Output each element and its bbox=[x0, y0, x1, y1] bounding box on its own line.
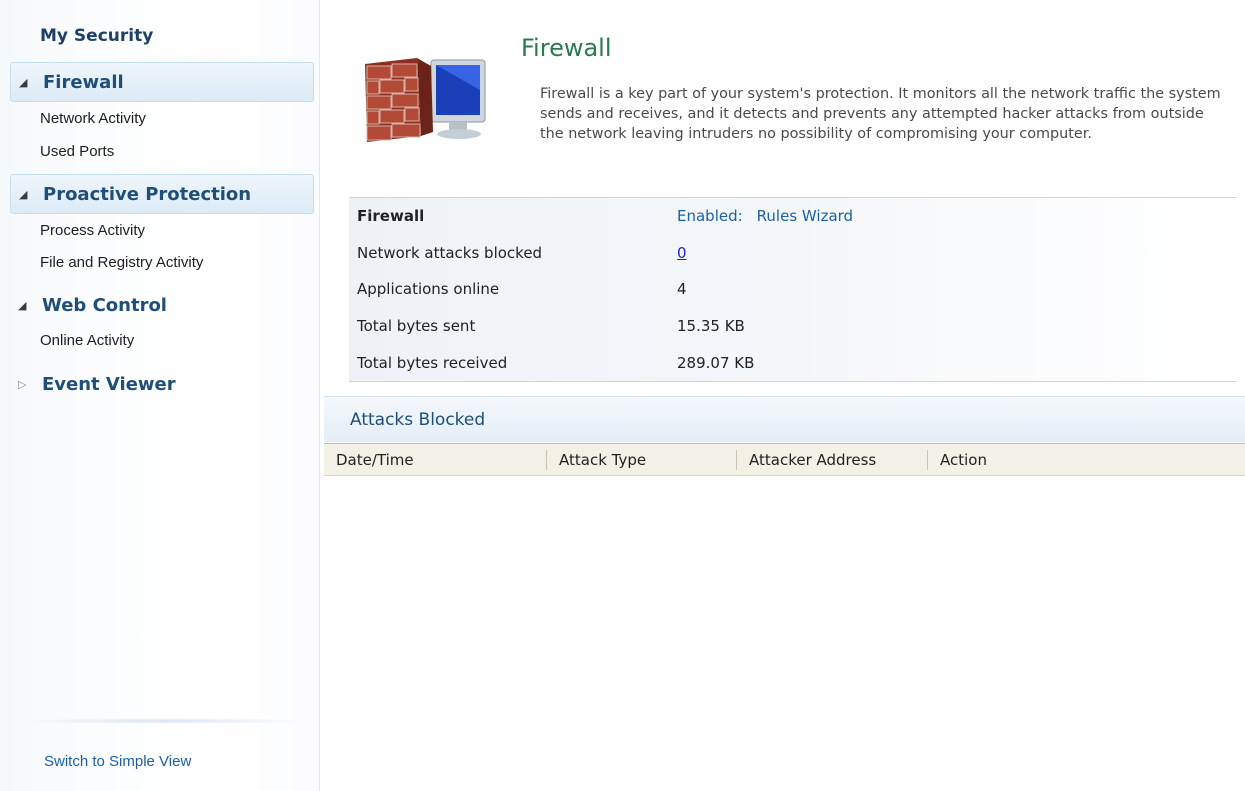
section-label: Event Viewer bbox=[42, 373, 176, 395]
expanded-triangle-icon: ◢ bbox=[19, 187, 28, 201]
section-label: Proactive Protection bbox=[43, 183, 252, 205]
main-panel: Firewall Firewall is a key part of your … bbox=[321, 0, 1245, 791]
firewall-enabled-link[interactable]: Enabled: bbox=[677, 207, 743, 225]
status-label: Network attacks blocked bbox=[357, 243, 543, 262]
status-value: 4 bbox=[677, 280, 687, 299]
attacks-table-body[interactable] bbox=[324, 477, 1245, 791]
status-row-bytes-received: Total bytes received 289.07 KB bbox=[349, 344, 1236, 381]
sidebar-item-process-activity[interactable]: Process Activity bbox=[40, 222, 145, 239]
attacks-blocked-count-link[interactable]: 0 bbox=[677, 244, 687, 262]
status-row-firewall: Firewall Enabled: Rules Wizard bbox=[349, 198, 1236, 235]
section-label: Firewall bbox=[43, 71, 124, 93]
status-label: Total bytes sent bbox=[357, 317, 476, 336]
column-header-action[interactable]: Action bbox=[928, 444, 1228, 475]
status-row-attacks-blocked: Network attacks blocked 0 bbox=[349, 235, 1236, 272]
column-header-attack-type[interactable]: Attack Type bbox=[547, 444, 736, 475]
status-row-bytes-sent: Total bytes sent 15.35 KB bbox=[349, 308, 1236, 345]
page-title: Firewall bbox=[521, 34, 612, 62]
sidebar-item-file-registry-activity[interactable]: File and Registry Activity bbox=[40, 254, 203, 271]
sidebar-item-network-activity[interactable]: Network Activity bbox=[40, 110, 146, 127]
expanded-triangle-icon: ◢ bbox=[19, 75, 28, 89]
sidebar-divider bbox=[20, 718, 310, 724]
status-value: 289.07 KB bbox=[677, 353, 755, 372]
firewall-brick-wall-icon bbox=[365, 58, 486, 142]
section-event-viewer[interactable]: ▷ Event Viewer bbox=[10, 364, 314, 404]
sidebar-item-online-activity[interactable]: Online Activity bbox=[40, 332, 134, 349]
rules-wizard-link[interactable]: Rules Wizard bbox=[757, 207, 853, 225]
collapsed-triangle-icon: ▷ bbox=[18, 377, 27, 391]
section-proactive-protection[interactable]: ◢ Proactive Protection bbox=[10, 174, 314, 214]
firewall-status-table: Firewall Enabled: Rules Wizard Network at… bbox=[349, 197, 1236, 382]
status-value: 15.35 KB bbox=[677, 317, 745, 336]
attacks-table-header: Date/Time Attack Type Attacker Address A… bbox=[324, 443, 1245, 476]
column-header-attacker-address[interactable]: Attacker Address bbox=[737, 444, 927, 475]
status-label: Applications online bbox=[357, 280, 500, 299]
page-description: Firewall is a key part of your system's … bbox=[540, 86, 1221, 142]
section-firewall[interactable]: ◢ Firewall bbox=[10, 62, 314, 102]
sidebar-title: My Security bbox=[40, 26, 154, 46]
status-label: Total bytes received bbox=[357, 353, 508, 372]
section-label: Web Control bbox=[42, 294, 167, 316]
section-web-control[interactable]: ◢ Web Control bbox=[10, 285, 314, 325]
status-label: Firewall bbox=[357, 207, 425, 226]
column-header-datetime[interactable]: Date/Time bbox=[324, 444, 546, 475]
switch-to-simple-view-link[interactable]: Switch to Simple View bbox=[44, 753, 191, 770]
sidebar-item-used-ports[interactable]: Used Ports bbox=[40, 143, 114, 160]
expanded-triangle-icon: ◢ bbox=[18, 298, 27, 312]
attacks-blocked-header: Attacks Blocked bbox=[324, 396, 1245, 442]
sidebar: My Security ◢ Firewall Network Activity … bbox=[0, 0, 320, 791]
status-row-applications-online: Applications online 4 bbox=[349, 271, 1236, 308]
